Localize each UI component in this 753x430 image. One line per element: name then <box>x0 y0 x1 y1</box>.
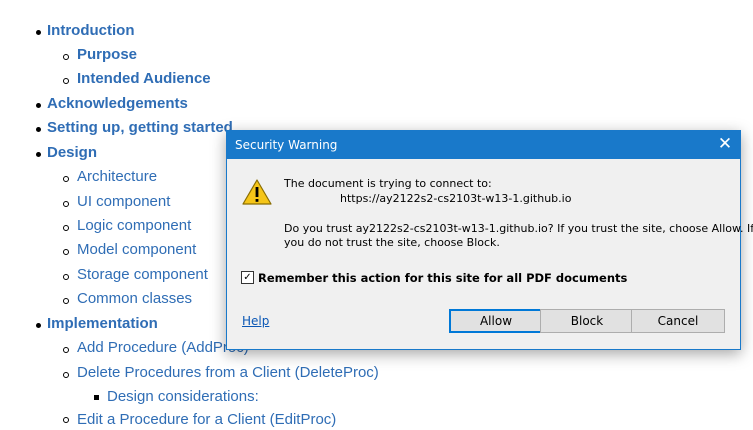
toc-link-intended-audience[interactable]: Intended Audience <box>77 69 211 89</box>
message-text: The document is trying to connect to: <box>284 177 492 190</box>
bullet <box>63 201 69 207</box>
url-text: https://ay2122s2-cs2103t-w13-1.github.io <box>340 192 572 205</box>
toc-link-setting-up[interactable]: Setting up, getting started <box>47 118 233 138</box>
trust-question-line1: Do you trust ay2122s2-cs2103t-w13-1.gith… <box>284 222 753 235</box>
bullet <box>36 323 41 328</box>
allow-button[interactable]: Allow <box>449 309 543 333</box>
bullet <box>36 127 41 132</box>
toc-link-architecture[interactable]: Architecture <box>77 167 157 187</box>
bullet <box>63 249 69 255</box>
security-warning-dialog: Security Warning ✕ The document is tryin… <box>226 130 753 350</box>
toc-link-logic-component[interactable]: Logic component <box>77 216 191 236</box>
bullet <box>63 417 69 423</box>
toc-link-delete-procedures[interactable]: Delete Procedures from a Client (DeleteP… <box>77 363 379 383</box>
bullet <box>63 225 69 231</box>
remember-checkbox-label[interactable]: Remember this action for this site for a… <box>258 271 627 285</box>
toc-link-design[interactable]: Design <box>47 143 97 163</box>
toc-link-introduction[interactable]: Introduction <box>47 21 134 41</box>
bullet <box>36 152 41 157</box>
toc-link-ui-component[interactable]: UI component <box>77 192 170 212</box>
dialog-title: Security Warning <box>235 138 338 152</box>
trust-question-line2: you do not trust the site, choose Block. <box>284 236 500 249</box>
remember-checkbox[interactable]: ✓ <box>241 271 254 284</box>
bullet <box>63 347 69 353</box>
help-link[interactable]: Help <box>242 314 269 328</box>
dialog-titlebar[interactable]: Security Warning ✕ <box>227 131 740 159</box>
toc-link-implementation[interactable]: Implementation <box>47 314 158 334</box>
bullet <box>63 78 69 84</box>
toc-link-storage-component[interactable]: Storage component <box>77 265 208 285</box>
toc-link-common-classes[interactable]: Common classes <box>77 289 192 309</box>
bullet <box>63 274 69 280</box>
bullet <box>63 298 69 304</box>
bullet <box>63 176 69 182</box>
bullet <box>36 103 41 108</box>
toc-link-model-component[interactable]: Model component <box>77 240 196 260</box>
warning-icon <box>242 179 272 205</box>
toc-link-edit-procedure[interactable]: Edit a Procedure for a Client (EditProc) <box>77 410 336 430</box>
cancel-button[interactable]: Cancel <box>631 309 725 333</box>
block-button[interactable]: Block <box>540 309 634 333</box>
toc-link-acknowledgements[interactable]: Acknowledgements <box>47 94 188 114</box>
bullet <box>36 30 41 35</box>
toc-link-design-considerations[interactable]: Design considerations: <box>107 387 259 407</box>
bullet <box>94 395 99 400</box>
toc-link-purpose[interactable]: Purpose <box>77 45 137 65</box>
bullet <box>63 372 69 378</box>
bullet <box>63 54 69 60</box>
close-button[interactable]: ✕ <box>710 131 740 159</box>
toc-link-add-procedure[interactable]: Add Procedure (AddProc) <box>77 338 249 358</box>
